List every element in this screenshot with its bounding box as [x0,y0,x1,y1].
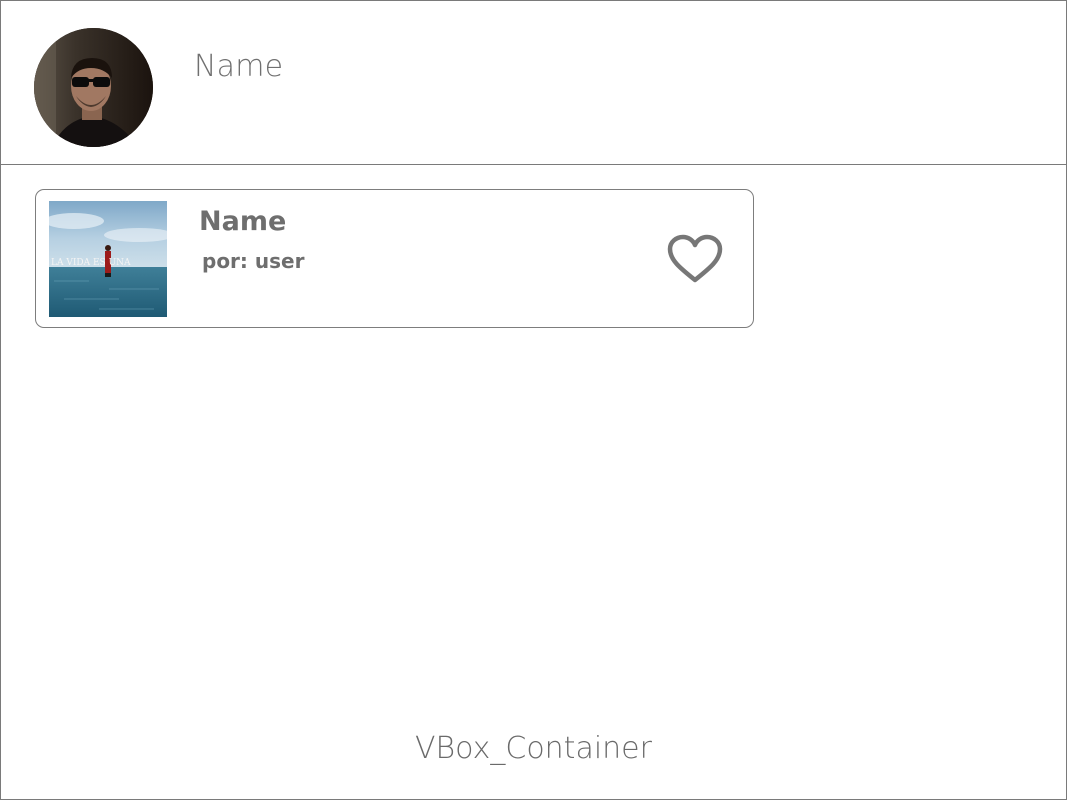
svg-text:LA VIDA ES UNA: LA VIDA ES UNA [51,258,131,268]
song-card[interactable]: LA VIDA ES UNA Name por: user [35,189,754,328]
favorite-button[interactable] [666,234,724,284]
vbox-container: Name LA VIDA ES UNA Name por: user VBox_… [0,0,1067,800]
container-label: VBox_Container [415,731,652,766]
heart-icon [667,234,723,283]
song-author: por: user [202,249,305,273]
album-cover-icon: LA VIDA ES UNA [49,201,167,317]
song-title: Name [199,206,287,237]
profile-name: Name [194,49,284,84]
album-cover[interactable]: LA VIDA ES UNA [49,201,167,317]
avatar[interactable] [34,28,153,147]
avatar-photo-icon [34,28,153,147]
profile-header: Name [1,1,1066,165]
